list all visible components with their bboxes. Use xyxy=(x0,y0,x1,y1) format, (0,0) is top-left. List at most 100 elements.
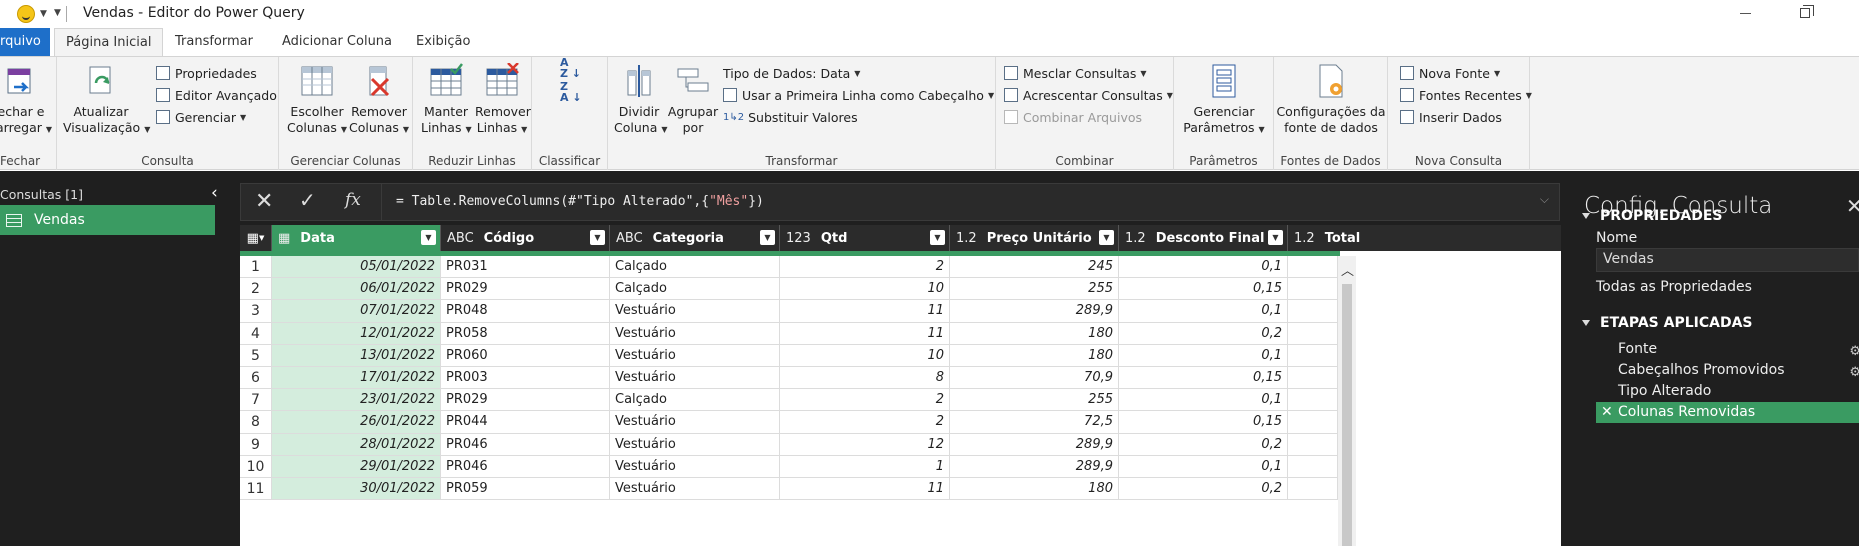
cell-total[interactable] xyxy=(1288,278,1338,301)
cell-desconto-final[interactable]: 0,2 xyxy=(1119,322,1288,345)
gear-icon[interactable]: ⚙ xyxy=(1849,362,1859,383)
step-tipo-alterado[interactable]: Tipo Alterado xyxy=(1596,381,1859,402)
cell-preco-unitario[interactable]: 255 xyxy=(950,278,1119,301)
confirm-check-icon[interactable]: ✓ xyxy=(299,188,316,212)
cell-qtd[interactable]: 1 xyxy=(780,455,950,478)
cell-preco-unitario[interactable]: 72,5 xyxy=(950,411,1119,434)
chevron-down-icon[interactable]: ▼ xyxy=(40,9,47,19)
tab-add-column[interactable]: Adicionar Coluna xyxy=(271,28,403,56)
row-number[interactable]: 5 xyxy=(240,344,272,367)
append-queries-button[interactable]: Acrescentar Consultas ▼ xyxy=(1004,85,1173,105)
tab-view[interactable]: Exibição xyxy=(405,28,481,56)
cell-total[interactable] xyxy=(1288,300,1338,323)
cell-qtd[interactable]: 11 xyxy=(780,300,950,323)
cell-codigo[interactable]: PR046 xyxy=(441,433,610,456)
cell-desconto-final[interactable]: 0,1 xyxy=(1119,256,1288,279)
column-header-desconto-final[interactable]: 1.2 Desconto Final ▼ xyxy=(1119,225,1288,251)
cell-categoria[interactable]: Calçado xyxy=(610,278,780,301)
cell-desconto-final[interactable]: 0,15 xyxy=(1119,411,1288,434)
cell-codigo[interactable]: PR059 xyxy=(441,478,610,501)
tab-file[interactable]: rquivo xyxy=(0,28,50,56)
cell-desconto-final[interactable]: 0,1 xyxy=(1119,344,1288,367)
gear-icon[interactable]: ⚙ xyxy=(1849,341,1859,362)
all-properties-link[interactable]: Todas as Propriedades xyxy=(1596,279,1752,295)
cell-codigo[interactable]: PR031 xyxy=(441,256,610,279)
cell-preco-unitario[interactable]: 180 xyxy=(950,344,1119,367)
cell-preco-unitario[interactable]: 289,9 xyxy=(950,455,1119,478)
new-source-button[interactable]: Nova Fonte ▼ xyxy=(1400,63,1500,83)
cell-codigo[interactable]: PR044 xyxy=(441,411,610,434)
combine-files-button[interactable]: Combinar Arquivos xyxy=(1004,107,1142,127)
cell-data[interactable]: 13/01/2022 xyxy=(272,344,441,367)
cell-total[interactable] xyxy=(1288,433,1338,456)
column-header-categoria[interactable]: ABC Categoria ▼ xyxy=(610,225,780,251)
cell-categoria[interactable]: Vestuário xyxy=(610,300,780,323)
cell-desconto-final[interactable]: 0,15 xyxy=(1119,367,1288,390)
cell-categoria[interactable]: Calçado xyxy=(610,256,780,279)
row-number[interactable]: 1 xyxy=(240,256,272,279)
restore-icon[interactable] xyxy=(1800,5,1814,18)
cell-preco-unitario[interactable]: 180 xyxy=(950,322,1119,345)
expand-formula-chevron-icon[interactable]: ⌵ xyxy=(1540,192,1549,207)
cell-qtd[interactable]: 11 xyxy=(780,322,950,345)
close-apply-button[interactable]: echar e arregar ▼ xyxy=(0,63,52,138)
column-header-qtd[interactable]: 123 Qtd ▼ xyxy=(780,225,950,251)
data-type-dropdown[interactable]: Tipo de Dados: Data ▼ xyxy=(723,63,860,83)
cell-total[interactable] xyxy=(1288,455,1338,478)
smiley-feedback-icon[interactable] xyxy=(17,5,35,23)
enter-data-button[interactable]: Inserir Dados xyxy=(1400,107,1502,127)
cell-data[interactable]: 28/01/2022 xyxy=(272,433,441,456)
cancel-icon[interactable]: ✕ xyxy=(255,189,273,214)
recent-sources-button[interactable]: Fontes Recentes ▼ xyxy=(1400,85,1532,105)
vertical-scrollbar[interactable]: ︿ xyxy=(1338,256,1356,546)
row-number[interactable]: 2 xyxy=(240,278,272,301)
column-header-preco-unitario[interactable]: 1.2 Preço Unitário ▼ xyxy=(950,225,1119,251)
cell-codigo[interactable]: PR060 xyxy=(441,344,610,367)
cell-data[interactable]: 05/01/2022 xyxy=(272,256,441,279)
use-first-row-headers-button[interactable]: Usar a Primeira Linha como Cabeçalho ▼ xyxy=(723,85,994,105)
cell-categoria[interactable]: Vestuário xyxy=(610,322,780,345)
sort-ascending-icon[interactable]: AZ ↓ xyxy=(560,57,581,79)
row-number[interactable]: 6 xyxy=(240,367,272,390)
cell-codigo[interactable]: PR048 xyxy=(441,300,610,323)
filter-dropdown-icon[interactable]: ▼ xyxy=(760,230,775,245)
advanced-editor-button[interactable]: Editor Avançado xyxy=(156,85,277,105)
replace-values-button[interactable]: 1↳2 Substituir Valores xyxy=(723,107,858,127)
step-colunas-removidas[interactable]: ✕ Colunas Removidas xyxy=(1596,402,1859,423)
cell-preco-unitario[interactable]: 245 xyxy=(950,256,1119,279)
split-column-button[interactable]: Dividir Coluna ▼ xyxy=(614,63,668,138)
table-row[interactable]: 8 26/01/2022 PR044 Vestuário 2 72,5 0,15 xyxy=(240,411,1561,434)
cell-codigo[interactable]: PR058 xyxy=(441,322,610,345)
sort-descending-icon[interactable]: ZA ↓ xyxy=(560,81,582,103)
remove-columns-button[interactable]: Remover Colunas ▼ xyxy=(349,63,409,138)
row-number[interactable]: 8 xyxy=(240,411,272,434)
cell-desconto-final[interactable]: 0,15 xyxy=(1119,278,1288,301)
scrollbar-thumb[interactable] xyxy=(1342,284,1352,546)
cell-categoria[interactable]: Calçado xyxy=(610,389,780,412)
cell-data[interactable]: 26/01/2022 xyxy=(272,411,441,434)
cell-desconto-final[interactable]: 0,1 xyxy=(1119,389,1288,412)
refresh-preview-button[interactable]: Atualizar Visualização ▼ xyxy=(63,63,150,138)
tab-home[interactable]: Página Inicial xyxy=(54,28,164,57)
table-row[interactable]: 11 30/01/2022 PR059 Vestuário 11 180 0,2 xyxy=(240,478,1561,501)
table-menu-icon[interactable]: ▦ ▼ xyxy=(240,225,272,251)
properties-section-header[interactable]: PROPRIEDADES xyxy=(1582,208,1722,224)
minimize-icon[interactable] xyxy=(1740,13,1751,14)
cell-desconto-final[interactable]: 0,2 xyxy=(1119,478,1288,501)
cell-desconto-final[interactable]: 0,1 xyxy=(1119,455,1288,478)
cell-total[interactable] xyxy=(1288,478,1338,501)
cell-codigo[interactable]: PR003 xyxy=(441,367,610,390)
manage-parameters-button[interactable]: Gerenciar Parâmetros ▼ xyxy=(1182,63,1266,138)
column-header-total[interactable]: 1.2 Total xyxy=(1288,225,1561,251)
keep-rows-button[interactable]: Manter Linhas ▼ xyxy=(421,63,472,138)
filter-dropdown-icon[interactable]: ▼ xyxy=(1099,230,1114,245)
cell-total[interactable] xyxy=(1288,344,1338,367)
cell-preco-unitario[interactable]: 289,9 xyxy=(950,300,1119,323)
cell-qtd[interactable]: 8 xyxy=(780,367,950,390)
filter-dropdown-icon[interactable]: ▼ xyxy=(590,230,605,245)
query-name-input[interactable]: Vendas xyxy=(1596,248,1859,272)
cell-data[interactable]: 29/01/2022 xyxy=(272,455,441,478)
cell-preco-unitario[interactable]: 70,9 xyxy=(950,367,1119,390)
cell-total[interactable] xyxy=(1288,389,1338,412)
cell-qtd[interactable]: 2 xyxy=(780,256,950,279)
